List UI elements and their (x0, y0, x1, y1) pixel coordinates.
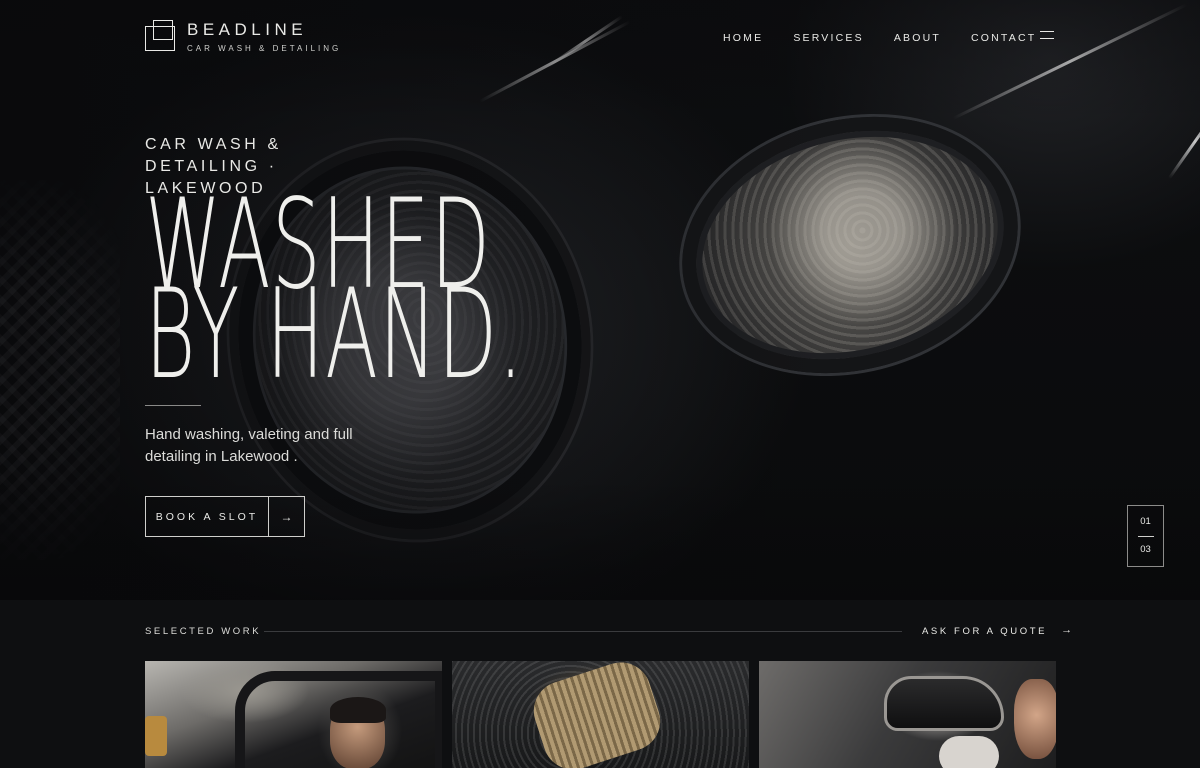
logo-text: BEADLINE CAR WASH & DETAILING (187, 20, 341, 53)
brand-name: BEADLINE (187, 20, 308, 39)
logo-mark-icon (145, 20, 175, 51)
book-slot-label: BOOK A SLOT (155, 510, 259, 523)
slide-current: 01 (1140, 516, 1151, 527)
hero-intro: Hand washing, valeting and full detailin… (145, 426, 353, 465)
logo[interactable]: BEADLINE CAR WASH & DETAILING (145, 20, 341, 53)
slide-total: 03 (1140, 544, 1151, 555)
ask-quote-label: ASK FOR A QUOTE (922, 626, 1048, 637)
menu-icon[interactable] (1040, 31, 1054, 40)
slide-counter-divider (1138, 536, 1154, 537)
nav-home[interactable]: HOME (723, 32, 763, 44)
hero-headline: WASHED BY HAND. (145, 183, 756, 407)
arrow-right-icon: → (280, 509, 293, 524)
section-label: SELECTED WORK (145, 626, 262, 637)
work-gallery (145, 661, 1056, 768)
arrow-right-icon: → (1061, 624, 1075, 636)
work-image-mirror-polish[interactable] (759, 661, 1056, 768)
slide-counter[interactable]: 01 03 (1127, 505, 1164, 567)
nav-services[interactable]: SERVICES (793, 32, 864, 44)
selected-work-section: SELECTED WORK ASK FOR A QUOTE → (0, 600, 1200, 768)
main-nav: HOME SERVICES ABOUT CONTACT (723, 32, 1036, 44)
brand-tagline: CAR WASH & DETAILING (187, 44, 342, 53)
nav-about[interactable]: ABOUT (894, 32, 941, 44)
book-slot-button[interactable]: BOOK A SLOT → (145, 496, 305, 537)
work-image-interior-detailing[interactable] (145, 661, 442, 768)
hero-divider (145, 405, 201, 406)
hero-headline-line-2: BY HAND. (145, 263, 525, 407)
nav-contact[interactable]: CONTACT (971, 32, 1036, 44)
ask-quote-link[interactable]: ASK FOR A QUOTE → (922, 624, 1075, 637)
section-rule (264, 631, 902, 632)
work-image-wash-mitt[interactable] (452, 661, 749, 768)
